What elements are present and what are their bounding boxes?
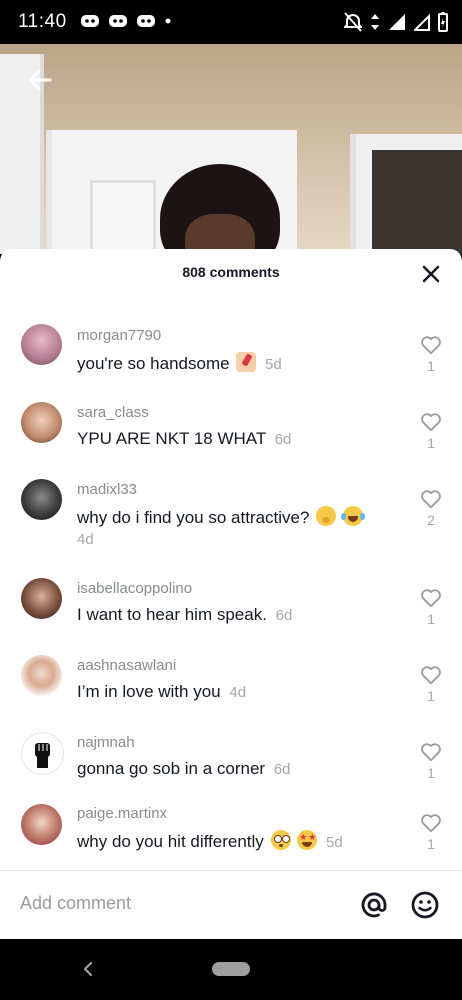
comment-text: why do you hit differently ★ ★ 5d [77,830,343,852]
comment-body: you're so handsome [77,354,230,373]
alarm-off-icon [344,12,362,32]
avatar[interactable] [21,804,62,845]
comment-time: 6d [275,607,293,624]
comment-text: gonna go sob in a corner 6d [77,759,291,779]
heart-icon[interactable] [420,334,442,356]
comment-time: 5d [265,356,282,373]
comment-item[interactable]: morgan7790 you're so handsome 5d 1 [0,319,462,389]
heart-icon[interactable] [420,741,442,763]
comments-sheet: 808 comments morgan7790 you're so handso… [0,249,462,939]
comment-item[interactable]: madixl33 why do i find you so attractive… [0,476,462,566]
comment-body: I want to hear him speak. [77,605,267,624]
data-arrows-icon [371,14,379,30]
comments-count-title: 808 comments [182,264,280,280]
avatar[interactable] [21,655,62,696]
status-bar: 11:40 [0,0,462,44]
system-navigation-bar [0,939,462,1000]
heart-icon[interactable] [420,488,442,510]
like-count: 1 [427,765,435,781]
comment-username[interactable]: aashnasawlani [77,657,176,674]
like-count: 1 [427,836,435,852]
avatar[interactable] [21,479,62,520]
comment-body: why do you hit differently [77,832,264,851]
like-count: 1 [427,435,435,451]
like-count: 1 [427,358,435,374]
comment-time: 4d [229,684,247,701]
notification-icons [80,12,172,30]
comment-body: gonna go sob in a corner [77,759,266,778]
comment-username[interactable]: sara_class [77,404,149,421]
nav-home-pill[interactable] [212,962,250,976]
like-count: 2 [427,512,435,528]
comment-text: why do i find you so attractive? [77,506,365,528]
status-time: 11:40 [18,11,67,32]
back-arrow-icon[interactable] [24,64,56,96]
battery-icon [438,12,448,32]
comment-time: 6d [274,431,292,448]
comment-item[interactable]: sara_class YPU ARE NKT 18 WHAT 6d 1 [0,399,462,469]
tears-of-joy-emoji-icon [340,506,365,526]
avatar[interactable] [21,578,62,619]
nail-polish-emoji-icon [236,352,257,372]
comment-text: you're so handsome 5d [77,352,282,374]
comment-text: I’m in love with you 4d [77,682,246,702]
mention-at-icon[interactable] [359,890,389,920]
add-comment-input[interactable]: Add comment [20,893,131,914]
star-struck-emoji-icon: ★ ★ [297,830,318,850]
avatar[interactable] [21,324,62,365]
raised-fist-icon [35,743,50,768]
emoji-smile-icon[interactable] [410,890,440,920]
video-preview[interactable] [0,44,462,254]
video-person-face [185,214,255,254]
comment-username[interactable]: morgan7790 [77,327,161,344]
comment-body: I’m in love with you [77,682,221,701]
comment-time: 4d [77,531,94,548]
more-notifications-dot-icon [165,18,171,24]
heart-icon[interactable] [420,587,442,609]
discord-icon [81,15,99,27]
discord-icon [109,15,127,27]
comment-item[interactable]: najmnah gonna go sob in a corner 6d 1 [0,729,462,799]
flushed-face-emoji-icon [270,830,291,850]
close-icon[interactable] [418,261,444,287]
avatar[interactable] [21,732,64,775]
comment-username[interactable]: madixl33 [77,481,137,498]
comment-time: 6d [273,761,291,778]
video-doorway-shadow [372,150,462,254]
signal-icon-2 [414,13,430,31]
heart-icon[interactable] [420,664,442,686]
comment-item[interactable]: aashnasawlani I’m in love with you 4d 1 [0,652,462,722]
comment-item[interactable]: paige.martinx why do you hit differently… [0,802,462,872]
video-door-panel [90,180,156,254]
heart-icon[interactable] [420,411,442,433]
like-count: 1 [427,611,435,627]
comment-text: YPU ARE NKT 18 WHAT 6d [77,429,291,449]
comment-username[interactable]: najmnah [77,734,135,751]
system-icons [344,12,448,32]
comment-username[interactable]: paige.martinx [77,805,167,822]
avatar[interactable] [21,402,62,443]
comment-body: YPU ARE NKT 18 WHAT [77,429,266,448]
comment-text: I want to hear him speak. 6d [77,605,292,625]
like-count: 1 [427,688,435,704]
heart-icon[interactable] [420,812,442,834]
nav-back-icon[interactable] [80,959,96,979]
shushing-face-emoji-icon [316,506,337,526]
comment-item[interactable]: isabellacoppolino I want to hear him spe… [0,575,462,645]
comment-composer[interactable]: Add comment [0,870,462,940]
comment-username[interactable]: isabellacoppolino [77,580,192,597]
comment-time: 5d [326,834,343,851]
signal-icon [389,14,405,30]
discord-icon [137,15,155,27]
comment-body: why do i find you so attractive? [77,508,310,527]
